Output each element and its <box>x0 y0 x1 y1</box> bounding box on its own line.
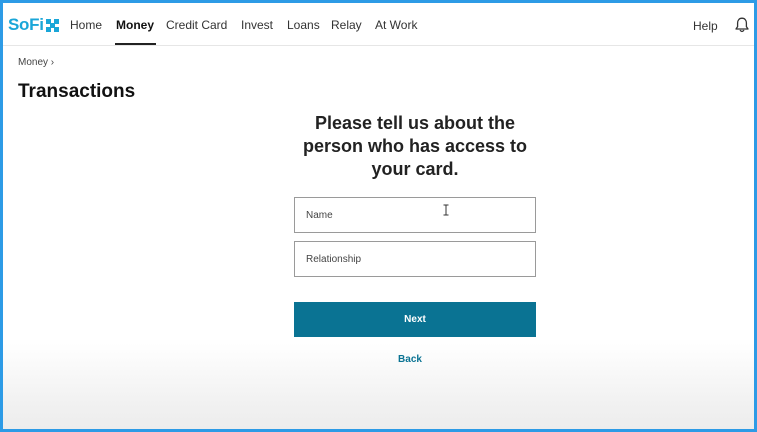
name-field <box>294 197 536 233</box>
bell-icon[interactable] <box>733 16 751 34</box>
name-input[interactable] <box>295 198 535 232</box>
form-prompt-line: your card. <box>371 159 459 179</box>
active-tab-indicator <box>115 43 156 45</box>
nav-item-home[interactable]: Home <box>70 18 102 32</box>
back-link[interactable]: Back <box>385 354 435 365</box>
nav-item-credit-card[interactable]: Credit Card <box>166 18 227 32</box>
nav-item-money[interactable]: Money <box>116 18 154 32</box>
nav-item-loans[interactable]: Loans <box>287 18 320 32</box>
top-navigation-bar: SoFi Home Money Credit Card Invest Loans… <box>3 3 754 46</box>
logo-text: SoFi <box>8 15 44 34</box>
logo-mark-icon <box>45 18 59 32</box>
sofi-logo[interactable]: SoFi <box>8 15 59 34</box>
nav-item-invest[interactable]: Invest <box>241 18 273 32</box>
next-button[interactable]: Next <box>294 302 536 337</box>
breadcrumb-separator: › <box>50 57 55 68</box>
nav-item-at-work[interactable]: At Work <box>375 18 417 32</box>
breadcrumb: Money › <box>18 57 54 68</box>
form-prompt-heading: Please tell us about the person who has … <box>260 112 570 181</box>
relationship-field <box>294 241 536 277</box>
help-link[interactable]: Help <box>693 19 718 33</box>
breadcrumb-money[interactable]: Money <box>18 57 48 68</box>
text-cursor-icon <box>442 203 450 216</box>
form-prompt-line: person who has access to <box>302 136 528 156</box>
page-title: Transactions <box>18 81 136 102</box>
nav-item-relay[interactable]: Relay <box>331 18 362 32</box>
form-prompt-line: Please tell us about the <box>314 113 516 133</box>
relationship-input[interactable] <box>295 242 535 276</box>
